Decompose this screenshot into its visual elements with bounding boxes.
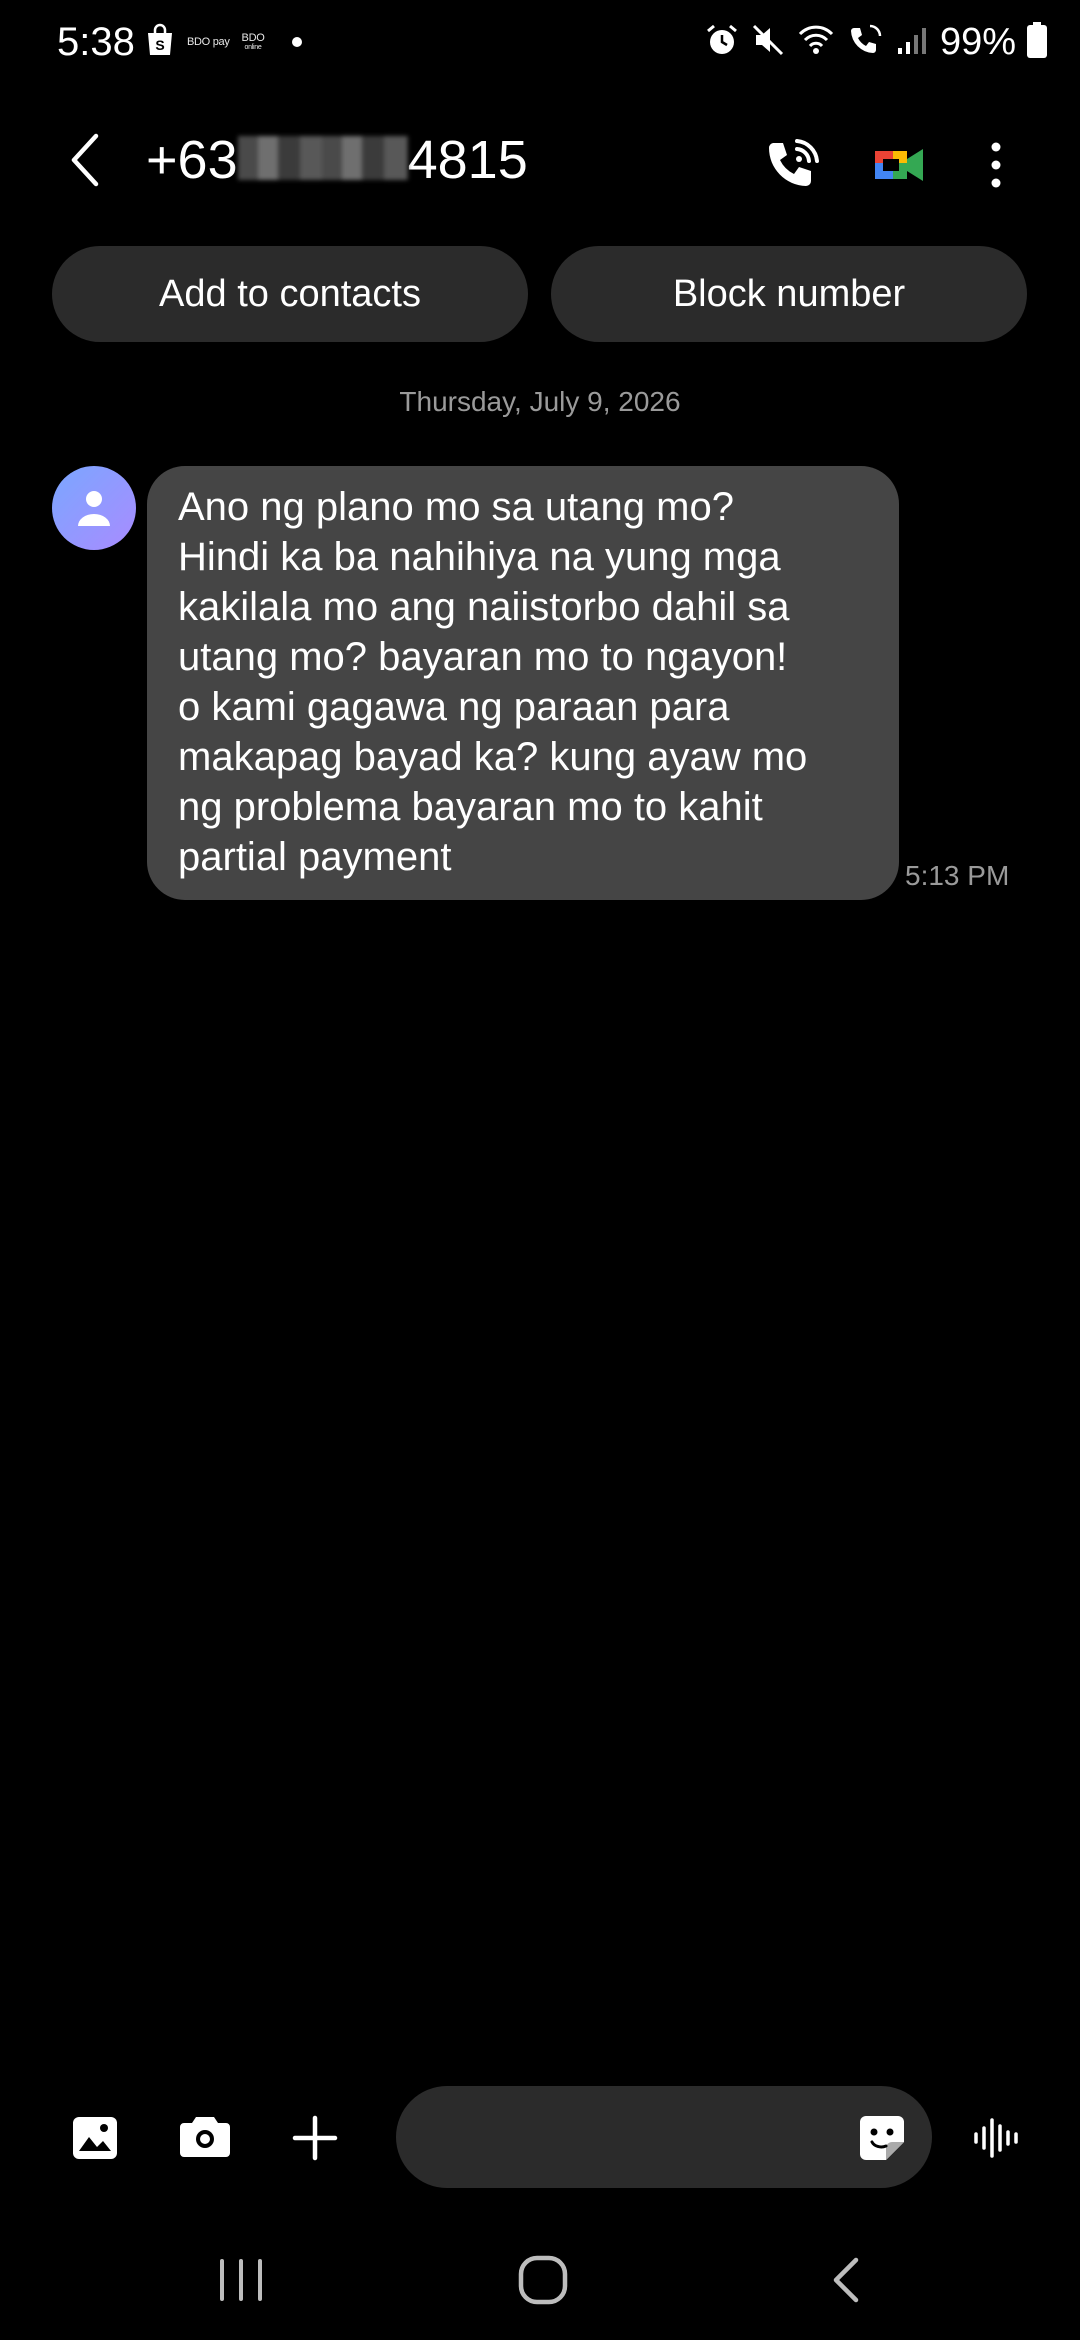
number-prefix: +63: [146, 130, 238, 190]
home-button[interactable]: [498, 2248, 588, 2312]
conversation-header: +63 4815: [0, 110, 1080, 210]
date-separator: Thursday, July 9, 2026: [399, 386, 681, 417]
back-button[interactable]: [56, 124, 116, 196]
camera-button[interactable]: [163, 2096, 247, 2180]
status-bar: 5:38 S BDO pay BDO online 99%: [0, 0, 1080, 84]
svg-text:S: S: [155, 37, 164, 53]
plus-icon: [292, 2115, 338, 2161]
camera-icon: [180, 2117, 230, 2157]
sticker-button[interactable]: [840, 2096, 924, 2180]
gallery-icon: [73, 2117, 117, 2159]
wifi-calling-icon: [846, 22, 886, 63]
shopee-bag-icon: S: [145, 23, 175, 62]
signal-icon: [896, 22, 930, 63]
add-to-contacts-button[interactable]: Add to contacts: [52, 246, 528, 342]
person-icon: [78, 491, 110, 526]
number-redacted: [237, 136, 408, 180]
voice-record-button[interactable]: [955, 2096, 1039, 2180]
back-arrow-icon: [833, 2257, 859, 2303]
recents-icon: [220, 2259, 262, 2301]
number-suffix: 4815: [407, 130, 528, 190]
recent-apps-button[interactable]: [196, 2248, 286, 2312]
system-back-button[interactable]: [800, 2248, 890, 2312]
voice-wave-icon: [974, 2118, 1018, 2158]
status-time: 5:38: [57, 20, 135, 64]
video-call-button[interactable]: [864, 130, 934, 200]
message-bubble[interactable]: Ano ng plano mo sa utang mo? Hindi ka ba…: [147, 466, 899, 900]
more-options-button[interactable]: [966, 130, 1026, 200]
contact-avatar[interactable]: [52, 466, 136, 550]
alarm-icon: [704, 22, 740, 63]
block-number-button[interactable]: Block number: [551, 246, 1027, 342]
message-timestamp: 5:13 PM: [905, 860, 1010, 891]
chevron-left-icon: [71, 133, 99, 187]
bdo-pay-icon: BDO pay: [187, 35, 230, 48]
battery-percentage: 99%: [939, 21, 1016, 63]
home-icon: [518, 2255, 568, 2305]
more-vertical-icon: [991, 142, 1001, 188]
status-indicators: 99%: [704, 18, 1048, 66]
bdo-online-icon: BDO online: [241, 31, 265, 51]
battery-icon: [1026, 21, 1048, 64]
notification-icons: S BDO pay BDO online: [145, 22, 303, 62]
attach-plus-button[interactable]: [273, 2096, 357, 2180]
compose-bar: [0, 2086, 1080, 2190]
call-button[interactable]: [758, 130, 828, 200]
contact-number: +63 4815: [146, 128, 528, 192]
sticker-icon: [860, 2116, 904, 2160]
video-call-icon: [875, 149, 923, 181]
gallery-button[interactable]: [53, 2096, 137, 2180]
phone-call-icon: [768, 139, 819, 186]
wifi-icon: [796, 22, 836, 63]
more-notifications-dot: [292, 37, 303, 47]
system-navigation-bar: [0, 2220, 1080, 2340]
mute-icon: [750, 22, 786, 63]
